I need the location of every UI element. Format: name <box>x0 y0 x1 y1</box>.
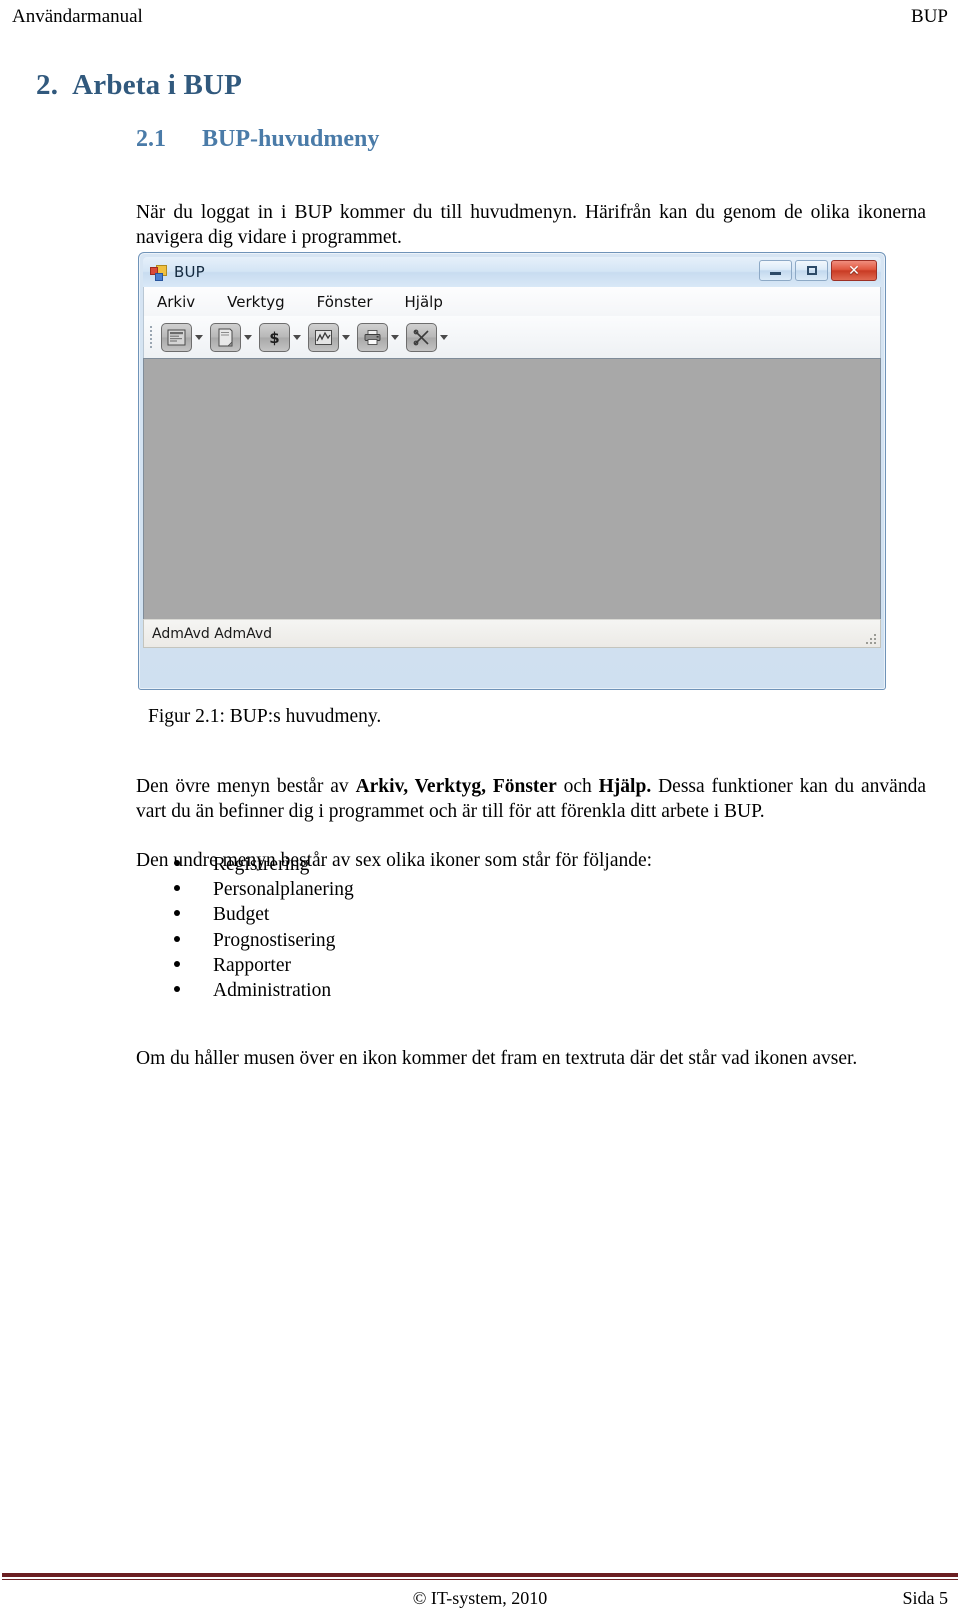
resize-grip-icon[interactable] <box>862 630 876 644</box>
section-heading-1: 2. Arbeta i BUP <box>36 68 242 102</box>
bullet-icon <box>174 910 180 917</box>
footer-copyright: © IT-system, 2010 <box>412 1588 548 1608</box>
list-item-label: Prognostisering <box>213 929 336 951</box>
toolbar-group-budget: $ <box>256 322 305 352</box>
toolbar-button-rapporter[interactable] <box>357 322 388 352</box>
window-menubar: Arkiv Verktyg Fönster Hjälp <box>143 287 881 316</box>
paragraph-tooltip-note: Om du håller musen över en ikon kommer d… <box>136 1047 858 1069</box>
toolbar-group-registrering <box>158 322 207 352</box>
maximize-button[interactable] <box>795 260 828 281</box>
section-heading-2: 2.1 BUP-huvudmeny <box>136 124 379 154</box>
menu-item-hjalp[interactable]: Hjälp <box>402 291 446 313</box>
window-toolbar: $ <box>143 316 881 358</box>
section-heading-2-number: 2.1 <box>136 126 166 152</box>
toolbar-dropdown-arrow-prognostisering[interactable] <box>342 334 350 340</box>
toolbar-button-administration[interactable] <box>406 322 437 352</box>
document-page-icon <box>218 328 233 346</box>
window-title: BUP <box>174 263 205 281</box>
icon-function-list: Registrering Personalplanering Budget Pr… <box>174 852 354 1003</box>
para-meny-part1: Den övre menyn består av <box>136 775 356 797</box>
menu-item-arkiv[interactable]: Arkiv <box>154 291 198 313</box>
paragraph-ovre-meny: Den övre menyn består av Arkiv, Verktyg,… <box>136 774 926 824</box>
toolbar-button-registrering[interactable] <box>161 322 192 352</box>
para-meny-bold1: Arkiv, Verktyg, Fönster <box>355 775 557 797</box>
status-text: AdmAvd AdmAvd <box>152 625 273 642</box>
list-item: Administration <box>174 978 354 1003</box>
toolbar-dropdown-arrow-registrering[interactable] <box>195 334 203 340</box>
toolbar-button-budget[interactable]: $ <box>259 322 290 352</box>
toolbar-group-administration <box>403 322 452 352</box>
toolbar-button-prognostisering[interactable] <box>308 322 339 352</box>
list-item: Rapporter <box>174 953 354 978</box>
figure-caption: Figur 2.1: BUP:s huvudmeny. <box>148 706 382 727</box>
toolbar-dropdown-arrow-administration[interactable] <box>440 334 448 340</box>
page-header: Användarmanual BUP <box>0 6 960 32</box>
bullet-icon <box>174 860 180 866</box>
list-item-label: Personalplanering <box>213 879 354 901</box>
close-button[interactable]: ✕ <box>831 260 877 281</box>
window-titlebar[interactable]: BUP ✕ <box>143 257 881 287</box>
crossed-tools-icon <box>413 329 429 345</box>
maximize-icon <box>806 266 817 275</box>
app-squares-icon <box>150 264 167 281</box>
window-statusbar: AdmAvd AdmAvd <box>143 619 881 648</box>
list-item-label: Registrering <box>213 854 310 875</box>
window-controls: ✕ <box>759 260 877 281</box>
toolbar-button-personalplanering[interactable] <box>210 322 241 352</box>
dollar-sign-icon: $ <box>269 329 279 347</box>
toolbar-group-personalplanering <box>207 322 256 352</box>
para-meny-bold2: Hjälp. <box>598 775 652 797</box>
footer-page-number: Sida 5 <box>902 1588 948 1608</box>
page-footer: © IT-system, 2010 Sida 5 <box>0 1586 960 1612</box>
bullet-icon <box>174 935 180 942</box>
list-item: Registrering <box>174 852 354 877</box>
menu-item-verktyg[interactable]: Verktyg <box>224 291 287 313</box>
footer-rule-thin <box>2 1579 958 1580</box>
header-left-text: Användarmanual <box>12 6 143 27</box>
app-window: BUP ✕ Arkiv Verktyg Fönster Hjälp $ AdmA… <box>138 252 886 690</box>
list-item-label: Administration <box>213 980 332 1002</box>
registration-form-icon <box>167 329 186 345</box>
list-item-label: Rapporter <box>213 954 291 976</box>
toolbar-group-rapporter <box>354 322 403 352</box>
list-item: Budget <box>174 902 354 927</box>
menu-item-fonster[interactable]: Fönster <box>314 291 376 313</box>
section-heading-1-text: Arbeta i BUP <box>72 69 243 101</box>
header-right-text: BUP <box>911 6 948 27</box>
bullet-icon <box>174 885 180 892</box>
list-item-label: Budget <box>213 904 270 926</box>
toolbar-dropdown-arrow-budget[interactable] <box>293 334 301 340</box>
list-item: Prognostisering <box>174 928 354 953</box>
toolbar-group-prognostisering <box>305 322 354 352</box>
intro-paragraph: När du loggat in i BUP kommer du till hu… <box>136 201 926 248</box>
minimize-button[interactable] <box>759 260 792 281</box>
list-item: Personalplanering <box>174 877 354 902</box>
close-icon: ✕ <box>848 262 860 279</box>
toolbar-dropdown-arrow-rapporter[interactable] <box>391 334 399 340</box>
toolbar-drag-grip[interactable] <box>148 324 154 350</box>
section-heading-1-number: 2. <box>36 69 59 101</box>
svg-text:$: $ <box>269 329 279 347</box>
bullet-icon <box>174 960 180 967</box>
bullet-icon <box>174 986 180 993</box>
para-meny-part2: och <box>556 775 599 797</box>
figure-bup-main-menu: BUP ✕ Arkiv Verktyg Fönster Hjälp $ AdmA… <box>138 252 886 690</box>
minimize-icon <box>770 272 781 275</box>
chart-line-icon <box>315 329 332 345</box>
section-heading-2-text: BUP-huvudmeny <box>202 126 380 152</box>
toolbar-dropdown-arrow-personalplanering[interactable] <box>244 334 252 340</box>
printer-icon <box>364 329 381 345</box>
mdi-client-area <box>143 358 881 619</box>
footer-divider <box>2 1573 958 1580</box>
